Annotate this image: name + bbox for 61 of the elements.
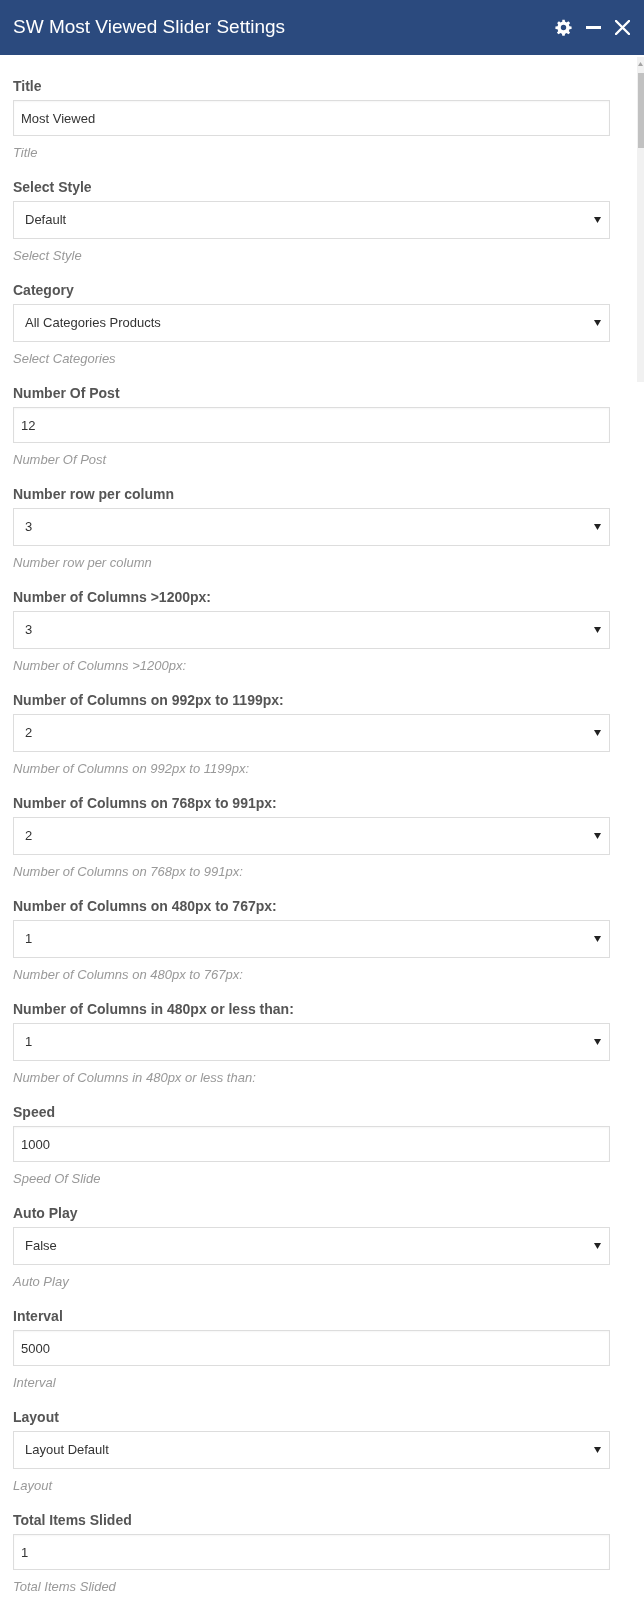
- caret-icon: [594, 627, 601, 633]
- select-field[interactable]: All Categories Products: [13, 304, 610, 342]
- field-label: Total Items Slided: [13, 1511, 133, 1530]
- select-field[interactable]: 3: [13, 508, 610, 546]
- field-hint: Select Categories: [13, 350, 117, 368]
- field-hint: Title: [13, 144, 39, 162]
- select-field[interactable]: 1: [13, 920, 610, 958]
- caret-icon: [594, 1243, 601, 1249]
- text-input[interactable]: 1000: [13, 1126, 610, 1162]
- text-input[interactable]: 1: [13, 1534, 610, 1570]
- field-hint: Number of Columns on 480px to 767px:: [13, 966, 244, 984]
- select-field[interactable]: 3: [13, 611, 610, 649]
- field-hint: Layout: [13, 1477, 54, 1495]
- dialog-title: SW Most Viewed Slider Settings: [13, 15, 286, 40]
- select-field[interactable]: Layout Default: [13, 1431, 610, 1469]
- field-label: Interval: [13, 1307, 64, 1326]
- field-label: Number of Columns in 480px or less than:: [13, 1000, 295, 1019]
- field-hint: Interval: [13, 1374, 57, 1392]
- field-hint: Select Style: [13, 247, 83, 265]
- field-label: Number Of Post: [13, 384, 121, 403]
- scrollbar-thumb[interactable]: [637, 73, 644, 148]
- field-label: Number of Columns on 480px to 767px:: [13, 897, 278, 916]
- field-label: Speed: [13, 1103, 56, 1122]
- field-hint: Number of Columns in 480px or less than:: [13, 1069, 257, 1087]
- caret-icon: [594, 1039, 601, 1045]
- field-hint: Number of Columns on 768px to 991px:: [13, 863, 244, 881]
- field-hint: Number of Columns >1200px:: [13, 657, 188, 675]
- field-hint: Number Of Post: [13, 451, 108, 469]
- field-label: Category: [13, 281, 75, 300]
- field-label: Layout: [13, 1408, 60, 1427]
- field-label: Number of Columns >1200px:: [13, 588, 212, 607]
- field-hint: Auto Play: [13, 1273, 70, 1291]
- caret-icon: [594, 1447, 601, 1453]
- close-icon[interactable]: [615, 20, 630, 35]
- caret-icon: [594, 936, 601, 942]
- field-hint: Number row per column: [13, 554, 153, 572]
- field-hint: Speed Of Slide: [13, 1170, 102, 1188]
- field-label: Auto Play: [13, 1204, 79, 1223]
- text-input[interactable]: 12: [13, 407, 610, 443]
- select-field[interactable]: Default: [13, 201, 610, 239]
- field-hint: Number of Columns on 992px to 1199px:: [13, 760, 251, 778]
- select-field[interactable]: 2: [13, 817, 610, 855]
- select-field[interactable]: False: [13, 1227, 610, 1265]
- caret-icon: [594, 217, 601, 223]
- caret-icon: [594, 730, 601, 736]
- caret-icon: [594, 833, 601, 839]
- scroll-up-arrow-icon[interactable]: [638, 62, 643, 66]
- settings-icon[interactable]: [555, 19, 572, 36]
- field-label: Number of Columns on 768px to 991px:: [13, 794, 278, 813]
- scrollbar-track[interactable]: [637, 57, 644, 382]
- select-field[interactable]: 1: [13, 1023, 610, 1061]
- field-label: Title: [13, 77, 43, 96]
- field-hint: Total Items Slided: [13, 1578, 117, 1596]
- text-input[interactable]: Most Viewed: [13, 100, 610, 136]
- caret-icon: [594, 320, 601, 326]
- field-label: Number row per column: [13, 485, 176, 504]
- field-label: Select Style: [13, 178, 93, 197]
- caret-icon: [594, 524, 601, 530]
- select-field[interactable]: 2: [13, 714, 610, 752]
- text-input[interactable]: 5000: [13, 1330, 610, 1366]
- field-label: Number of Columns on 992px to 1199px:: [13, 691, 285, 710]
